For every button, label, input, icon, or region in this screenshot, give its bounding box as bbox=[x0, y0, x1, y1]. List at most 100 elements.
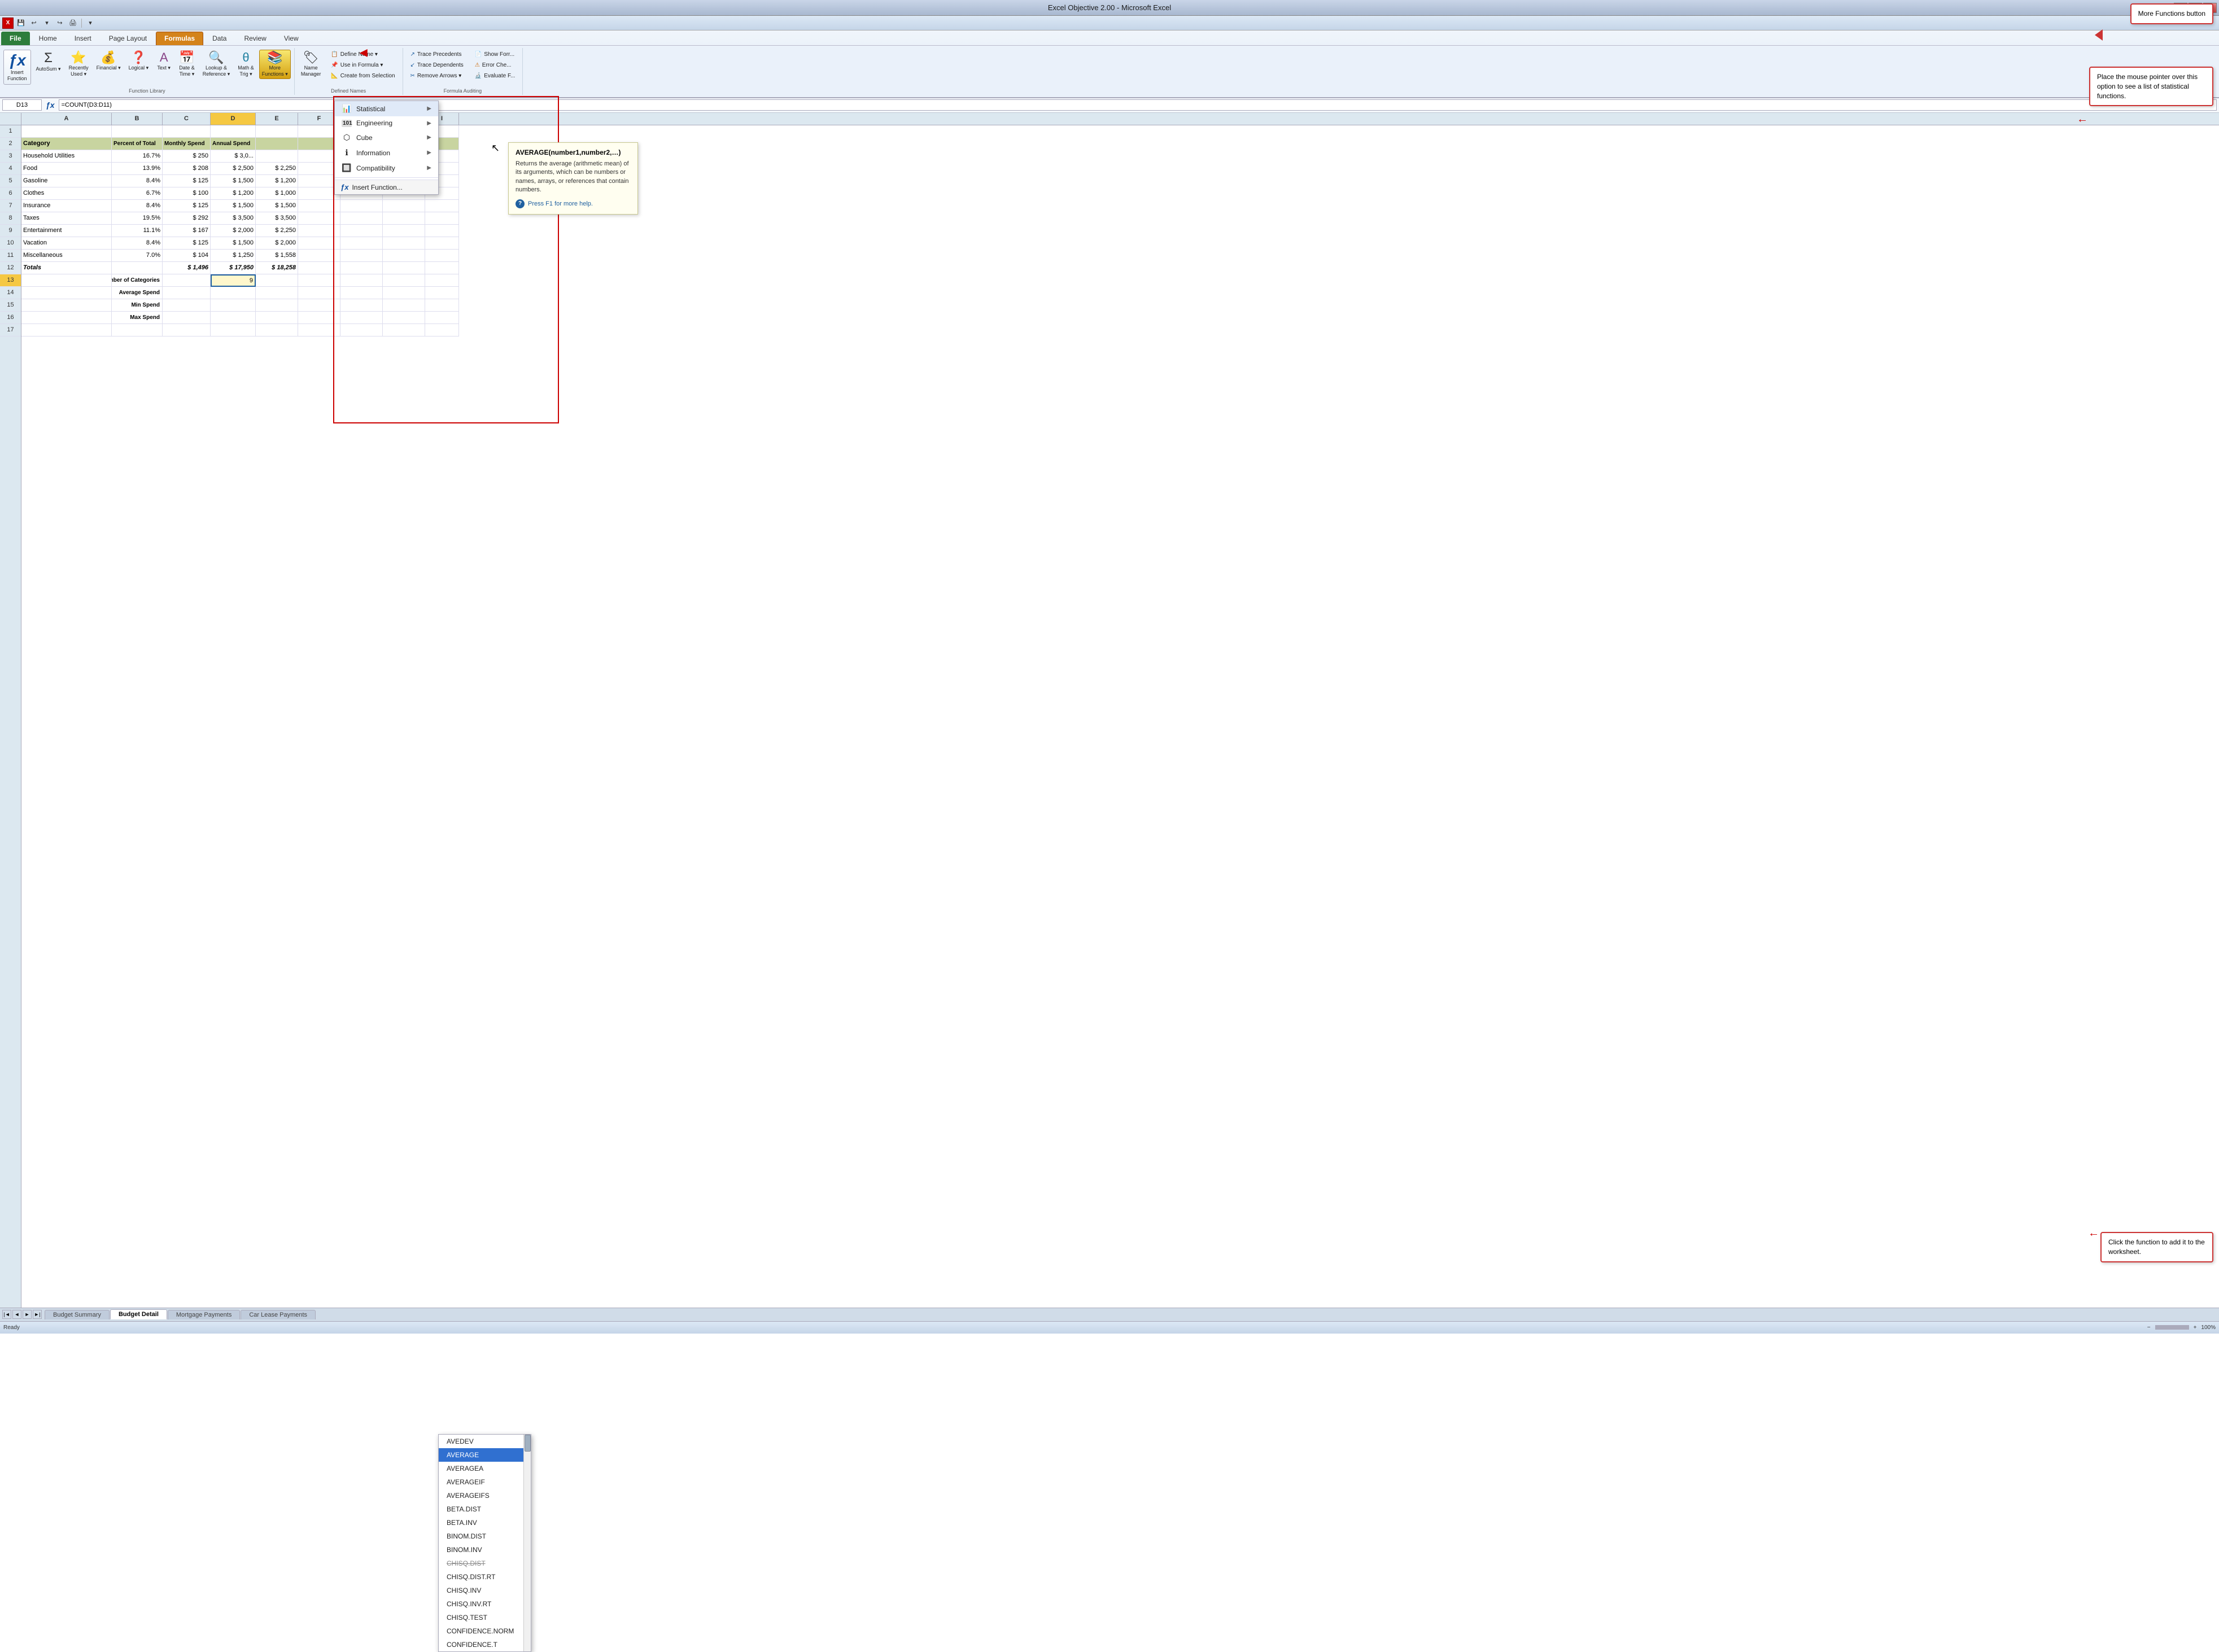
more-functions-button[interactable]: 📚 MoreFunctions ▾ bbox=[259, 50, 291, 79]
cell-c11[interactable]: $ 104 bbox=[163, 250, 211, 262]
cell-f11[interactable] bbox=[298, 250, 340, 262]
cell-g13[interactable] bbox=[340, 274, 383, 287]
cell-h15[interactable] bbox=[383, 299, 425, 312]
cell-b7[interactable]: 8.4% bbox=[112, 200, 163, 212]
cell-b3[interactable]: 16.7% bbox=[112, 150, 163, 163]
logical-button[interactable]: ❓ Logical ▾ bbox=[126, 50, 152, 73]
cell-h17[interactable] bbox=[383, 324, 425, 336]
cell-f16[interactable] bbox=[298, 312, 340, 324]
cell-b6[interactable]: 6.7% bbox=[112, 187, 163, 200]
cell-f17[interactable] bbox=[298, 324, 340, 336]
insert-function-button[interactable]: ƒx InsertFunction bbox=[3, 50, 31, 85]
col-header-d[interactable]: D bbox=[211, 113, 256, 125]
cell-c2[interactable]: Monthly Spend bbox=[163, 138, 211, 150]
stat-averagea[interactable]: AVERAGEA bbox=[439, 1462, 531, 1475]
row-num-4[interactable]: 4 bbox=[0, 163, 21, 175]
engineering-menu-item[interactable]: 101 Engineering ▶ bbox=[335, 116, 438, 130]
tab-home[interactable]: Home bbox=[30, 32, 65, 45]
tab-file[interactable]: File bbox=[1, 32, 30, 45]
cell-c9[interactable]: $ 167 bbox=[163, 225, 211, 237]
financial-button[interactable]: 💰 Financial ▾ bbox=[94, 50, 124, 73]
stat-chisq-dist-rt[interactable]: CHISQ.DIST.RT bbox=[439, 1570, 531, 1584]
cell-f12[interactable] bbox=[298, 262, 340, 274]
cell-b5[interactable]: 8.4% bbox=[112, 175, 163, 187]
create-from-selection-button[interactable]: 📐 Create from Selection bbox=[327, 71, 399, 81]
cell-e17[interactable] bbox=[256, 324, 298, 336]
cell-a7[interactable]: Insurance bbox=[21, 200, 112, 212]
cell-e14[interactable] bbox=[256, 287, 298, 299]
row-num-3[interactable]: 3 bbox=[0, 150, 21, 163]
redo-button[interactable]: ↪ bbox=[54, 18, 65, 29]
cell-c16[interactable] bbox=[163, 312, 211, 324]
cell-e6[interactable]: $ 1,000 bbox=[256, 187, 298, 200]
stat-average[interactable]: AVERAGE bbox=[439, 1448, 531, 1462]
fx-button[interactable]: ƒx bbox=[44, 100, 56, 110]
cell-b16[interactable]: Max Spend bbox=[112, 312, 163, 324]
cell-h8[interactable] bbox=[383, 212, 425, 225]
cell-g11[interactable] bbox=[340, 250, 383, 262]
cell-g7[interactable] bbox=[340, 200, 383, 212]
cell-a8[interactable]: Taxes bbox=[21, 212, 112, 225]
cell-c1[interactable] bbox=[163, 125, 211, 138]
name-manager-button[interactable]: 🏷 NameManager bbox=[298, 50, 324, 79]
cell-e13[interactable] bbox=[256, 274, 298, 287]
row-num-15[interactable]: 15 bbox=[0, 299, 21, 312]
trace-precedents-button[interactable]: ↗ Trace Precedents bbox=[407, 50, 468, 59]
cell-d6[interactable]: $ 1,200 bbox=[211, 187, 256, 200]
cell-h11[interactable] bbox=[383, 250, 425, 262]
cell-d13[interactable]: 9 bbox=[211, 274, 256, 287]
stat-scrollbar-track[interactable] bbox=[523, 1435, 531, 1651]
cell-a4[interactable]: Food bbox=[21, 163, 112, 175]
cell-d4[interactable]: $ 2,500 bbox=[211, 163, 256, 175]
cell-d17[interactable] bbox=[211, 324, 256, 336]
cell-d2[interactable]: Annual Spend bbox=[211, 138, 256, 150]
date-time-button[interactable]: 📅 Date &Time ▾ bbox=[176, 50, 198, 79]
stat-confidence-norm[interactable]: CONFIDENCE.NORM bbox=[439, 1624, 531, 1638]
cell-g8[interactable] bbox=[340, 212, 383, 225]
stat-chisq-dist[interactable]: CHISQ.DIST bbox=[439, 1557, 531, 1570]
tab-page-layout[interactable]: Page Layout bbox=[101, 32, 155, 45]
stat-beta-dist[interactable]: BETA.DIST bbox=[439, 1502, 531, 1516]
cell-b15[interactable]: Min Spend bbox=[112, 299, 163, 312]
tab-formulas[interactable]: Formulas bbox=[156, 32, 203, 45]
cell-b10[interactable]: 8.4% bbox=[112, 237, 163, 250]
cell-e10[interactable]: $ 2,000 bbox=[256, 237, 298, 250]
cell-i7[interactable] bbox=[425, 200, 459, 212]
cell-b8[interactable]: 19.5% bbox=[112, 212, 163, 225]
sheet-tab-mortgage[interactable]: Mortgage Payments bbox=[168, 1310, 240, 1319]
cell-c7[interactable]: $ 125 bbox=[163, 200, 211, 212]
stat-chisq-inv-rt[interactable]: CHISQ.INV.RT bbox=[439, 1597, 531, 1611]
cell-e9[interactable]: $ 2,250 bbox=[256, 225, 298, 237]
stat-binom-dist[interactable]: BINOM.DIST bbox=[439, 1529, 531, 1543]
compatibility-menu-item[interactable]: 🔲 Compatibility ▶ bbox=[335, 160, 438, 176]
stat-binom-inv[interactable]: BINOM.INV bbox=[439, 1543, 531, 1557]
cell-e11[interactable]: $ 1,558 bbox=[256, 250, 298, 262]
cell-c12[interactable]: $ 1,496 bbox=[163, 262, 211, 274]
row-num-9[interactable]: 9 bbox=[0, 225, 21, 237]
tab-data[interactable]: Data bbox=[204, 32, 235, 45]
sheet-nav-next[interactable]: ► bbox=[23, 1310, 32, 1319]
row-num-1[interactable]: 1 bbox=[0, 125, 21, 138]
cell-h7[interactable] bbox=[383, 200, 425, 212]
cell-a1[interactable] bbox=[21, 125, 112, 138]
cell-e16[interactable] bbox=[256, 312, 298, 324]
stat-chisq-test[interactable]: CHISQ.TEST bbox=[439, 1611, 531, 1624]
cell-g9[interactable] bbox=[340, 225, 383, 237]
row-num-16[interactable]: 16 bbox=[0, 312, 21, 324]
show-formulas-button[interactable]: 📄 Show Forr... bbox=[471, 50, 519, 59]
tab-insert[interactable]: Insert bbox=[66, 32, 100, 45]
cell-b4[interactable]: 13.9% bbox=[112, 163, 163, 175]
cell-d8[interactable]: $ 3,500 bbox=[211, 212, 256, 225]
cell-e8[interactable]: $ 3,500 bbox=[256, 212, 298, 225]
cell-c14[interactable] bbox=[163, 287, 211, 299]
evaluate-formula-button[interactable]: 🔬 Evaluate F... bbox=[471, 71, 519, 81]
row-num-11[interactable]: 11 bbox=[0, 250, 21, 262]
cell-c13[interactable] bbox=[163, 274, 211, 287]
cell-a2[interactable]: Category bbox=[21, 138, 112, 150]
cell-f13[interactable] bbox=[298, 274, 340, 287]
cell-reference-box[interactable] bbox=[2, 99, 42, 111]
cell-i10[interactable] bbox=[425, 237, 459, 250]
col-header-e[interactable]: E bbox=[256, 113, 298, 125]
cell-a12[interactable]: Totals bbox=[21, 262, 112, 274]
cell-i16[interactable] bbox=[425, 312, 459, 324]
